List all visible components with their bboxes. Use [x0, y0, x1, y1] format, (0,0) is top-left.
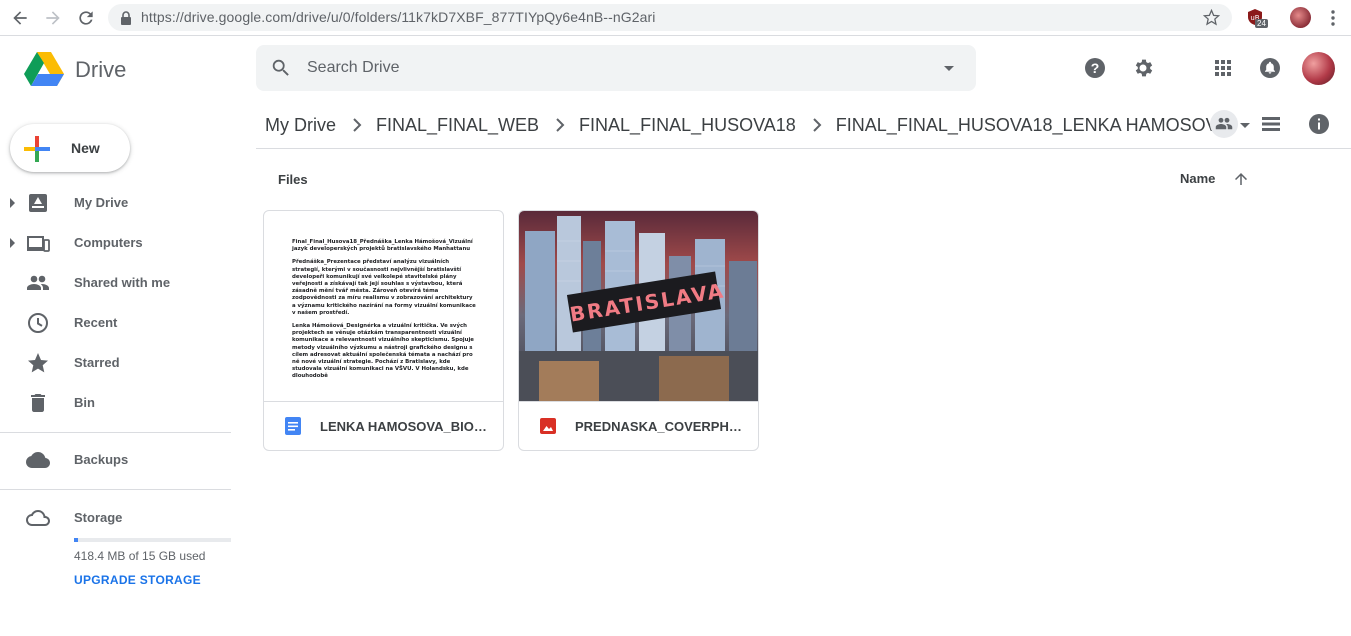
file-card-prednaska-coverphoto[interactable]: BRATISLAVA PREDNASKA_COVERPHOT… [518, 210, 759, 451]
address-bar[interactable]: https://drive.google.com/drive/u/0/folde… [108, 4, 1232, 31]
plus-icon [24, 136, 50, 162]
star-icon [26, 351, 50, 375]
sidebar-item-label: Backups [74, 452, 129, 467]
sidebar-item-label: Starred [74, 355, 120, 370]
forward-arrow-icon[interactable] [43, 8, 63, 28]
sidebar-item-label: Computers [74, 235, 143, 250]
sidebar-item-label: My Drive [74, 195, 129, 210]
extension-badge: 24 [1255, 19, 1268, 28]
sidebar-item-label: Shared with me [74, 275, 171, 290]
sort-by-name-button[interactable]: Name [1180, 171, 1215, 186]
more-vert-icon[interactable] [1327, 9, 1339, 27]
my-drive-icon [26, 191, 50, 215]
profile-avatar[interactable] [1290, 7, 1311, 28]
new-button[interactable]: New [10, 124, 130, 172]
toolbar-divider [256, 148, 1351, 149]
storage-progress-bar [74, 538, 231, 542]
sidebar-item-shared-with-me[interactable]: Shared with me [0, 267, 250, 299]
folder-menu-chevron-icon[interactable] [1240, 122, 1251, 128]
sidebar-item-label: Bin [74, 395, 95, 410]
cloud-outline-icon [26, 506, 50, 530]
new-button-label: New [71, 140, 100, 156]
reload-icon[interactable] [76, 8, 96, 28]
breadcrumb-item-current-folder[interactable]: FINAL_FINAL_HUSOVA18_LENKA HAMOSOVA [836, 115, 1228, 136]
search-icon[interactable] [270, 57, 292, 79]
back-arrow-icon[interactable] [10, 8, 30, 28]
file-name: PREDNASKA_COVERPHOT… [575, 419, 745, 434]
notifications-icon[interactable] [1258, 56, 1282, 80]
storage-used-text: 418.4 MB of 15 GB used [74, 549, 206, 563]
people-icon [26, 271, 50, 295]
lock-icon [120, 11, 132, 25]
preview-paragraph: Lenka Hámošová_Designérka a vizuální kri… [292, 323, 474, 380]
file-name: LENKA HAMOSOVA_BIO.rtf [320, 419, 490, 434]
sidebar-item-my-drive[interactable]: My Drive [0, 187, 250, 219]
sidebar-item-storage[interactable]: Storage [0, 502, 250, 534]
svg-text:?: ? [1091, 60, 1100, 76]
document-preview-text: Final_Final_Husova18_Přednáška_Lenka Hám… [292, 239, 477, 387]
app-name: Drive [75, 57, 127, 82]
upgrade-storage-link[interactable]: UPGRADE STORAGE [74, 573, 201, 587]
computers-icon [26, 231, 50, 255]
cloud-icon [26, 448, 50, 472]
clock-icon [26, 311, 50, 335]
files-section-heading: Files [278, 172, 308, 187]
file-thumbnail: Final_Final_Husova18_Přednáška_Lenka Hám… [264, 211, 503, 402]
extension-icon[interactable]: uB 24 [1246, 8, 1268, 30]
sidebar-item-backups[interactable]: Backups [0, 444, 250, 476]
file-card-lenka-hamosova-bio[interactable]: Final_Final_Husova18_Přednáška_Lenka Hám… [263, 210, 504, 451]
sidebar-item-computers[interactable]: Computers [0, 227, 250, 259]
chevron-right-icon [812, 117, 822, 133]
info-icon[interactable] [1307, 112, 1331, 136]
sidebar-item-label: Storage [74, 510, 123, 525]
list-view-icon[interactable] [1259, 112, 1283, 136]
breadcrumb-item-final-final-web[interactable]: FINAL_FINAL_WEB [376, 115, 539, 136]
sidebar-item-label: Recent [74, 315, 118, 330]
drive-logo-icon[interactable] [24, 52, 64, 86]
preview-paragraph: Final_Final_Husova18_Přednáška_Lenka Hám… [292, 239, 473, 253]
star-icon[interactable] [1203, 9, 1220, 26]
google-docs-icon [284, 417, 302, 435]
breadcrumb-item-final-final-husova18[interactable]: FINAL_FINAL_HUSOVA18 [579, 115, 796, 136]
apps-grid-icon[interactable] [1211, 56, 1235, 80]
url-text[interactable]: https://drive.google.com/drive/u/0/folde… [141, 9, 655, 25]
storage-progress-fill [74, 538, 79, 542]
help-icon[interactable]: ? [1083, 56, 1107, 80]
browser-toolbar: https://drive.google.com/drive/u/0/folde… [0, 0, 1351, 36]
file-thumbnail: BRATISLAVA [519, 211, 758, 402]
sidebar-divider [0, 432, 231, 433]
gear-icon[interactable] [1131, 56, 1155, 80]
chevron-right-icon [555, 117, 565, 133]
chevron-right-icon [352, 117, 362, 133]
expand-caret-icon[interactable] [10, 198, 15, 208]
breadcrumb: My Drive FINAL_FINAL_WEB FINAL_FINAL_HUS… [265, 112, 1251, 138]
search-input[interactable] [307, 45, 927, 91]
sidebar-item-recent[interactable]: Recent [0, 307, 250, 339]
trash-icon [26, 391, 50, 415]
sidebar-item-starred[interactable]: Starred [0, 347, 250, 379]
sort-ascending-arrow-icon[interactable] [1232, 170, 1250, 188]
image-file-icon [539, 417, 557, 435]
search-options-chevron-icon[interactable] [944, 66, 954, 71]
account-avatar[interactable] [1302, 52, 1335, 85]
sidebar-item-bin[interactable]: Bin [0, 387, 250, 419]
sidebar-divider [0, 489, 231, 490]
breadcrumb-item-my-drive[interactable]: My Drive [265, 115, 336, 136]
shared-folder-icon[interactable] [1210, 110, 1238, 138]
preview-paragraph: Přednáška_Prezentace představí analýzu v… [292, 259, 476, 316]
expand-caret-icon[interactable] [10, 238, 15, 248]
search-bar[interactable] [256, 45, 976, 91]
